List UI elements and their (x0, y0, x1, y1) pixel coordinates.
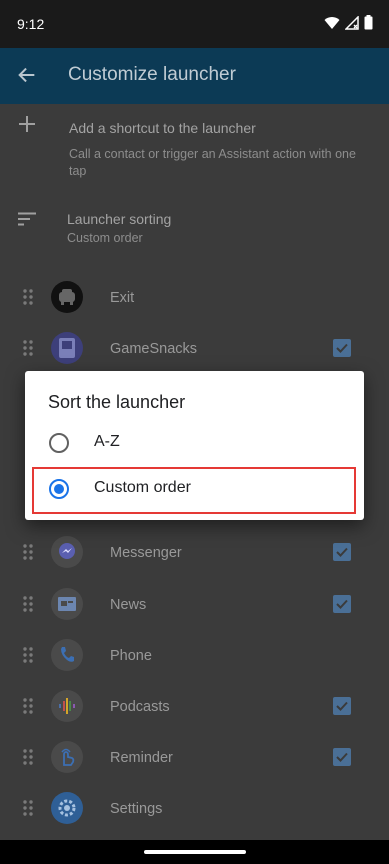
drag-handle-icon[interactable] (22, 596, 34, 612)
car-icon (51, 281, 83, 313)
app-label: News (110, 597, 147, 613)
checkbox-checked-icon[interactable] (333, 595, 351, 613)
arrow-back-icon[interactable] (16, 64, 38, 86)
app-label: Exit (110, 290, 135, 306)
add-shortcut-title[interactable]: Add a shortcut to the launcher (69, 120, 256, 136)
page-title: Customize launcher (68, 64, 236, 85)
reminder-icon (51, 741, 83, 773)
status-icons (324, 15, 373, 30)
news-icon (51, 588, 83, 620)
app-label: Podcasts (110, 699, 170, 715)
drag-handle-icon[interactable] (22, 289, 34, 305)
app-bar: Customize launcher (0, 48, 389, 104)
checkbox-checked-icon[interactable] (333, 339, 351, 357)
status-bar: 9:12 (0, 0, 389, 48)
list-item[interactable]: Podcasts (0, 681, 389, 731)
launcher-sorting-value: Custom order (67, 231, 143, 245)
checkbox-checked-icon[interactable] (333, 748, 351, 766)
option-a-z[interactable]: A-Z (25, 421, 364, 465)
drag-handle-icon[interactable] (22, 340, 34, 356)
list-item[interactable]: Exit (0, 272, 389, 322)
phone-icon (51, 639, 83, 671)
battery-icon (364, 15, 373, 30)
list-item[interactable]: Reminder (0, 732, 389, 782)
wifi-icon (324, 16, 340, 29)
drag-handle-icon[interactable] (22, 800, 34, 816)
settings-icon (51, 792, 83, 824)
option-label: A-Z (94, 433, 120, 450)
drag-handle-icon[interactable] (22, 544, 34, 560)
add-shortcut-subtitle: Call a contact or trigger an Assistant a… (69, 147, 356, 178)
status-time: 9:12 (17, 16, 45, 32)
highlight-box (32, 467, 356, 514)
checkbox-checked-icon[interactable] (333, 543, 351, 561)
sort-icon (18, 212, 36, 226)
app-label: Reminder (110, 750, 173, 766)
app-label: Phone (110, 648, 152, 664)
app-label: Settings (110, 801, 163, 817)
game-icon (51, 332, 83, 364)
home-handle[interactable] (144, 850, 246, 854)
list-item[interactable]: Settings (0, 783, 389, 833)
list-item[interactable]: Phone (0, 630, 389, 680)
messenger-icon (51, 536, 83, 568)
list-item[interactable]: Messenger (0, 527, 389, 577)
radio-unselected-icon[interactable] (49, 433, 69, 453)
list-item[interactable]: News (0, 579, 389, 629)
app-label: GameSnacks (110, 341, 198, 357)
podcasts-icon (51, 690, 83, 722)
drag-handle-icon[interactable] (22, 749, 34, 765)
list-item[interactable]: GameSnacks (0, 323, 389, 373)
drag-handle-icon[interactable] (22, 647, 34, 663)
navigation-bar (0, 840, 389, 864)
launcher-sorting-title[interactable]: Launcher sorting (67, 211, 171, 227)
dialog-title: Sort the launcher (48, 392, 186, 412)
signal-icon (345, 15, 359, 30)
drag-handle-icon[interactable] (22, 698, 34, 714)
checkbox-checked-icon[interactable] (333, 697, 351, 715)
add-icon[interactable] (18, 115, 36, 133)
app-label: Messenger (110, 545, 182, 561)
